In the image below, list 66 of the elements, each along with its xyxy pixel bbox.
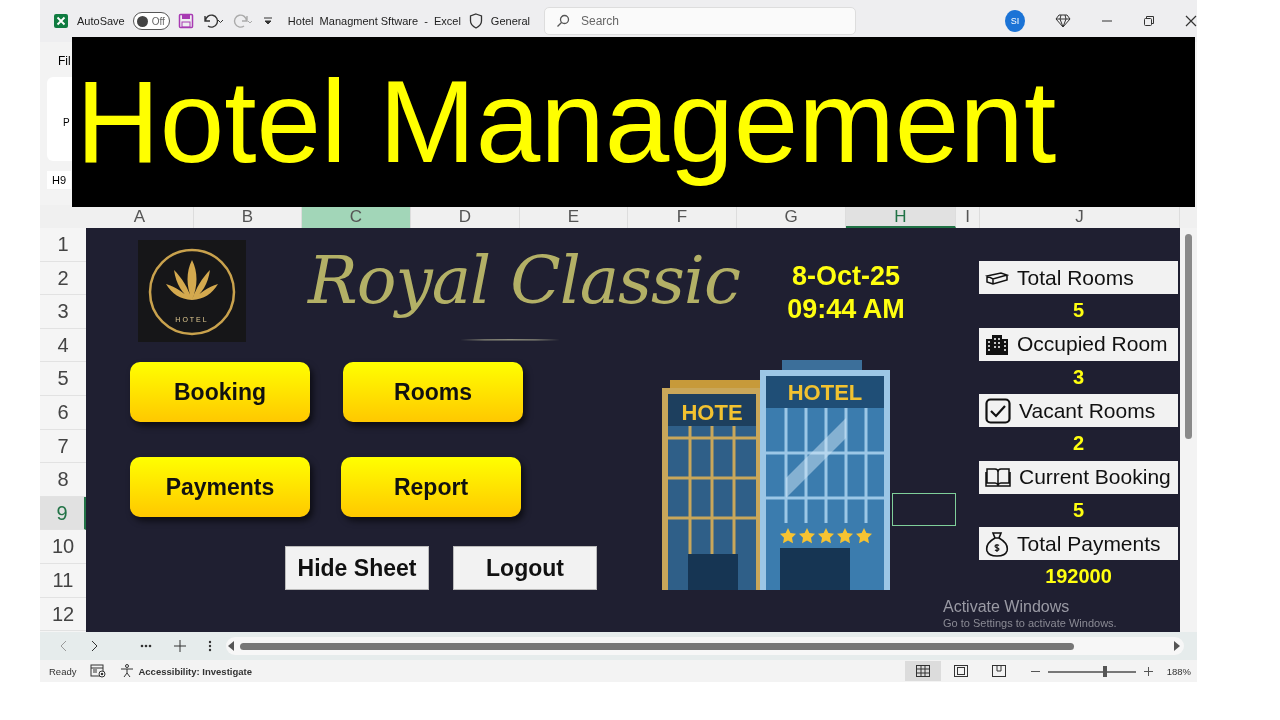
nav-button[interactable]: Payments bbox=[130, 457, 310, 517]
next-icon[interactable] bbox=[90, 640, 98, 652]
name-box[interactable]: H9 bbox=[47, 171, 71, 189]
column-header[interactable]: C bbox=[302, 205, 411, 228]
stat-value: 5 bbox=[1071, 298, 1086, 323]
stat-value: 192000 bbox=[1044, 564, 1113, 589]
search-icon bbox=[556, 14, 570, 28]
nav-button[interactable]: Report bbox=[341, 457, 521, 517]
autosave-toggle[interactable]: Off bbox=[132, 12, 170, 30]
horizontal-scrollbar[interactable] bbox=[226, 637, 1184, 655]
sensitivity-label[interactable]: General bbox=[490, 15, 530, 27]
zoom-in-icon[interactable] bbox=[1143, 666, 1153, 676]
window-title: Hotel Managment Sftware - Excel bbox=[287, 15, 461, 27]
page-break-icon bbox=[991, 665, 1006, 677]
zoom-level[interactable]: 188% bbox=[1166, 665, 1191, 677]
stat-label: Total Payments bbox=[979, 527, 1178, 560]
checkbox-icon bbox=[985, 397, 1011, 424]
stat-label: Current Booking bbox=[979, 460, 1178, 494]
activation-hint: Go to Settings to activate Windows. bbox=[943, 617, 1117, 629]
building-icon bbox=[985, 333, 1009, 355]
paste-button[interactable]: P bbox=[63, 117, 70, 128]
restore-icon[interactable] bbox=[1143, 15, 1155, 27]
customize-icon[interactable] bbox=[261, 15, 274, 27]
user-avatar[interactable]: SI bbox=[1005, 10, 1025, 32]
money-bag-icon bbox=[985, 530, 1009, 557]
sign-text: HOTE bbox=[681, 400, 743, 425]
grid-icon bbox=[915, 665, 930, 677]
stat-label: Occupied Room bbox=[979, 327, 1178, 361]
more-icon[interactable] bbox=[140, 644, 152, 648]
search-field[interactable]: Search bbox=[544, 7, 856, 35]
shield-icon[interactable] bbox=[468, 13, 483, 29]
stat-label: Vacant Rooms bbox=[979, 394, 1178, 427]
current-time: 09:44 AM bbox=[786, 294, 906, 325]
close-icon[interactable] bbox=[1185, 15, 1197, 27]
normal-view-button[interactable] bbox=[904, 661, 941, 681]
row-header[interactable]: 9 bbox=[40, 496, 86, 531]
action-button[interactable]: Hide Sheet bbox=[285, 546, 429, 590]
accessibility-status[interactable]: Accessibility: Investigate bbox=[138, 665, 252, 677]
brand-title: Royal Classic bbox=[308, 242, 740, 319]
accessibility-icon[interactable] bbox=[120, 664, 135, 678]
nav-button[interactable]: Booking bbox=[130, 362, 310, 422]
action-button[interactable]: Logout bbox=[453, 546, 597, 590]
stat-value: 3 bbox=[1071, 364, 1086, 390]
banner-title: Hotel Management bbox=[76, 56, 1057, 189]
bed-icon bbox=[985, 269, 1009, 286]
ribbon-tab[interactable]: Fil bbox=[58, 54, 71, 68]
selected-cell[interactable] bbox=[892, 493, 956, 526]
status-text: Ready bbox=[49, 665, 77, 677]
column-header[interactable]: H bbox=[846, 205, 956, 228]
nav-button[interactable]: Rooms bbox=[343, 362, 523, 422]
book-icon bbox=[985, 467, 1011, 487]
macro-recorder-icon[interactable] bbox=[90, 664, 107, 678]
sign-text: HOTEL bbox=[787, 380, 863, 405]
drag-handle-icon[interactable] bbox=[208, 640, 212, 652]
autosave-label: AutoSave bbox=[77, 15, 125, 27]
activation-title: Activate Windows bbox=[943, 598, 1070, 616]
stat-value: 2 bbox=[1071, 431, 1086, 456]
stat-label: Total Rooms bbox=[979, 261, 1178, 294]
save-icon[interactable] bbox=[177, 13, 194, 29]
add-icon[interactable] bbox=[174, 640, 186, 652]
excel-logo-icon bbox=[53, 13, 69, 29]
diamond-icon[interactable] bbox=[1055, 14, 1071, 28]
undo-icon[interactable] bbox=[201, 13, 224, 29]
stat-value: 5 bbox=[1071, 497, 1086, 523]
current-date: 8-Oct-25 bbox=[790, 261, 901, 292]
page-icon bbox=[953, 665, 968, 677]
